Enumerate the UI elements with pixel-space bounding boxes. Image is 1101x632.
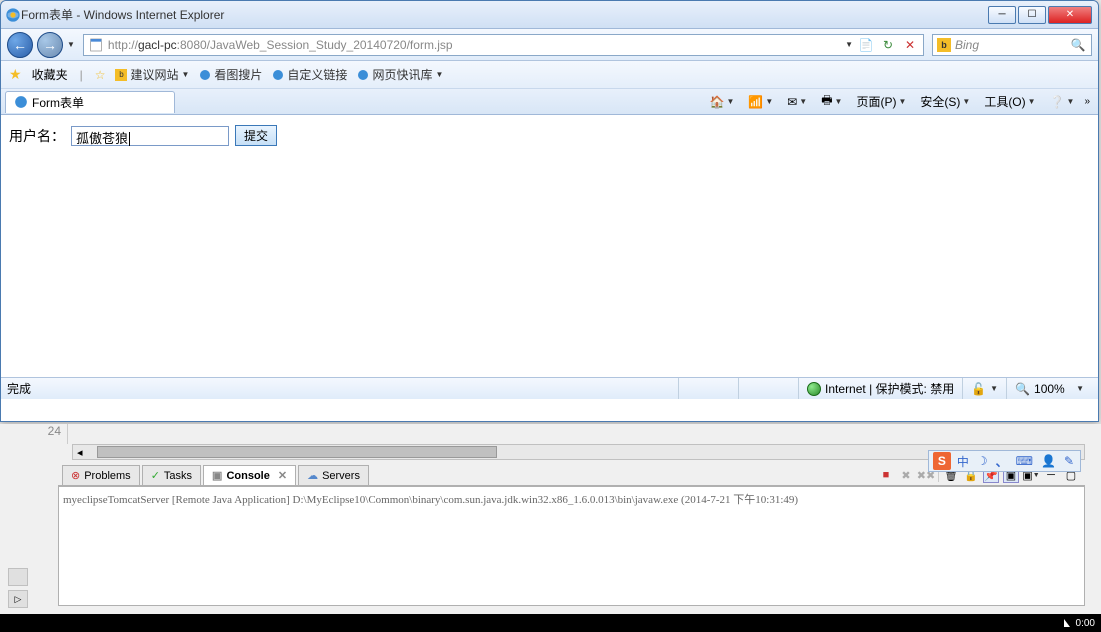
window-title: Form表单 - Windows Internet Explorer xyxy=(21,6,224,23)
search-box[interactable]: b Bing 🔍 xyxy=(932,34,1092,56)
compat-view-icon[interactable]: 📄 xyxy=(857,36,875,54)
close-button[interactable]: ✕ xyxy=(1048,6,1092,24)
globe-icon xyxy=(807,382,821,396)
safety-menu[interactable]: 安全(S) ▼ xyxy=(916,91,974,112)
read-mail-button[interactable]: ✉ ▼ xyxy=(783,93,811,111)
remove-launch-icon[interactable]: ✖ xyxy=(898,467,914,483)
bing-icon: b xyxy=(937,38,951,52)
search-button[interactable]: 🔍 xyxy=(1069,36,1087,54)
address-bar[interactable]: http://gacl-pc:8080/JavaWeb_Session_Stud… xyxy=(83,34,924,56)
submit-button[interactable]: 提交 xyxy=(235,125,277,146)
page-icon xyxy=(88,37,104,53)
favorites-bar: ★ 收藏夹 | ☆ b建议网站 ▼ 看图搜片 自定义链接 网页快讯库 ▼ xyxy=(1,61,1098,89)
chevron-icon[interactable]: » xyxy=(1084,96,1090,107)
tab-problems[interactable]: ⊗Problems xyxy=(62,465,140,485)
url-text: http://gacl-pc:8080/JavaWeb_Session_Stud… xyxy=(108,38,841,52)
eclipse-left-gutter: ▷ xyxy=(0,424,56,614)
ie-browser-window: Form表单 - Windows Internet Explorer ─ ☐ ✕… xyxy=(0,0,1099,422)
ie-small-icon xyxy=(199,69,211,81)
tab-console[interactable]: ▣Console✕ xyxy=(203,465,296,485)
username-label: 用户名： xyxy=(9,126,65,146)
home-button[interactable]: 🏠 ▼ xyxy=(705,93,738,111)
tab-servers[interactable]: ☁Servers xyxy=(298,465,369,485)
ime-punct[interactable]: 、 xyxy=(994,453,1010,470)
command-bar: 🏠 ▼ 📶 ▼ ✉ ▼ 🖶 ▼ 页面(P) ▼ 安全(S) ▼ 工具(O) ▼ … xyxy=(705,89,1094,114)
security-zone: Internet | 保护模式: 禁用 xyxy=(798,378,962,399)
page-menu[interactable]: 页面(P) ▼ xyxy=(852,91,910,112)
url-dropdown-icon[interactable]: ▼ xyxy=(845,40,853,49)
print-button[interactable]: 🖶 ▼ xyxy=(817,89,846,114)
page-content: 用户名： 孤傲苍狼 提交 xyxy=(1,115,1098,377)
back-button[interactable]: ← xyxy=(7,32,33,58)
line-number: 24 xyxy=(28,424,68,444)
collapse-icon[interactable]: ▷ xyxy=(8,590,28,608)
feeds-button[interactable]: 📶 ▼ xyxy=(744,93,777,111)
stop-button[interactable]: ✕ xyxy=(901,36,919,54)
zoom-control[interactable]: 🔍 100% ▼ xyxy=(1006,378,1092,399)
tab-bar: Form表单 🏠 ▼ 📶 ▼ ✉ ▼ 🖶 ▼ 页面(P) ▼ 安全(S) ▼ 工… xyxy=(1,89,1098,115)
taskbar-clock[interactable]: 0:00 xyxy=(1064,618,1095,629)
fav-item-image[interactable]: 看图搜片 xyxy=(199,66,262,83)
console-view[interactable]: myeclipseTomcatServer [Remote Java Appli… xyxy=(58,486,1085,606)
sogou-icon[interactable]: S xyxy=(933,452,951,470)
ime-softkbd-icon[interactable]: ⌨ xyxy=(1014,454,1035,468)
favorites-star-icon[interactable]: ★ xyxy=(9,66,22,83)
ime-person-icon[interactable]: 👤 xyxy=(1039,454,1058,468)
tools-menu[interactable]: 工具(O) ▼ xyxy=(980,91,1039,112)
ime-moon-icon[interactable]: ☽ xyxy=(975,454,990,468)
ime-mode[interactable]: 中 xyxy=(955,453,971,470)
play-icon xyxy=(1064,619,1070,627)
nav-history-dropdown[interactable]: ▼ xyxy=(67,40,75,49)
status-bar: 完成 Internet | 保护模式: 禁用 🔓 ▼ 🔍 100% ▼ xyxy=(1,377,1098,399)
terminate-icon[interactable]: ■ xyxy=(878,467,894,483)
window-titlebar: Form表单 - Windows Internet Explorer ─ ☐ ✕ xyxy=(1,1,1098,29)
browser-tab[interactable]: Form表单 xyxy=(5,91,175,113)
ie-small-icon xyxy=(272,69,284,81)
help-button[interactable]: ❔▼ xyxy=(1046,93,1079,111)
console-process-header: myeclipseTomcatServer [Remote Java Appli… xyxy=(63,489,1080,509)
windows-taskbar: 0:00 xyxy=(0,614,1101,632)
scrollbar-thumb[interactable] xyxy=(97,446,497,458)
navigation-bar: ← → ▼ http://gacl-pc:8080/JavaWeb_Sessio… xyxy=(1,29,1098,61)
status-text: 完成 xyxy=(7,380,31,397)
close-tab-icon[interactable]: ✕ xyxy=(278,469,287,482)
minimize-button[interactable]: ─ xyxy=(988,6,1016,24)
ie-logo-icon xyxy=(5,7,21,23)
tab-tasks[interactable]: ✓Tasks xyxy=(142,465,201,485)
maximize-button[interactable]: ☐ xyxy=(1018,6,1046,24)
protected-mode-toggle[interactable]: 🔓 ▼ xyxy=(962,378,1006,399)
search-placeholder: Bing xyxy=(955,38,1065,52)
ie-small-icon xyxy=(357,69,369,81)
ime-language-bar[interactable]: S 中 ☽ 、 ⌨ 👤 ✎ xyxy=(928,450,1081,472)
view-icon[interactable] xyxy=(8,568,28,586)
ime-settings-icon[interactable]: ✎ xyxy=(1062,454,1076,468)
fav-item-custom[interactable]: 自定义链接 xyxy=(272,66,347,83)
refresh-button[interactable]: ↻ xyxy=(879,36,897,54)
favorites-label[interactable]: 收藏夹 xyxy=(32,66,68,83)
username-input[interactable]: 孤傲苍狼 xyxy=(71,126,229,146)
ie-favicon-icon xyxy=(14,95,28,109)
forward-button[interactable]: → xyxy=(37,32,63,58)
add-favorite-icon[interactable]: ☆ xyxy=(95,68,106,82)
text-caret xyxy=(129,132,130,146)
fav-item-suggested[interactable]: b建议网站 ▼ xyxy=(115,66,189,83)
tab-title: Form表单 xyxy=(32,94,84,111)
window-controls: ─ ☐ ✕ xyxy=(988,6,1092,24)
fav-item-slices[interactable]: 网页快讯库 ▼ xyxy=(357,66,443,83)
username-form-row: 用户名： 孤傲苍狼 提交 xyxy=(9,125,1090,146)
